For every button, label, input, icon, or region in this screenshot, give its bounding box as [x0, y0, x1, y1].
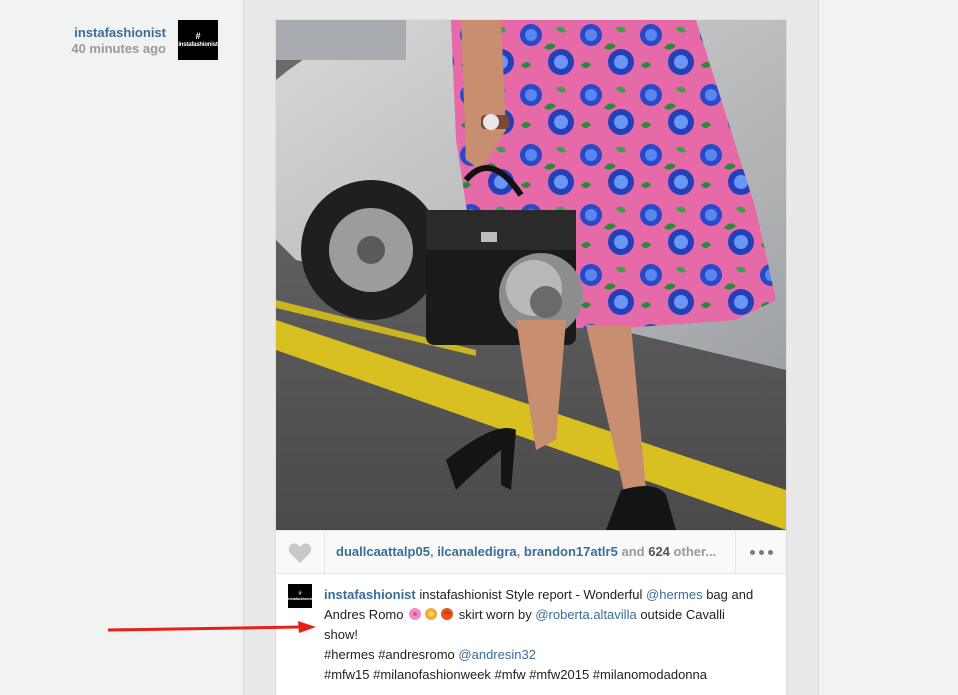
- liker-separator: ,: [429, 544, 434, 559]
- likers-and: and: [621, 544, 645, 559]
- caption-line2-end: outside Cavalli: [640, 607, 725, 622]
- more-options-icon: [748, 549, 775, 555]
- like-button[interactable]: [276, 531, 325, 573]
- liker-separator: ,: [516, 544, 521, 559]
- rose-icon: [441, 608, 454, 620]
- mention-hermes[interactable]: @hermes: [646, 587, 703, 602]
- caption-avatar[interactable]: # instafashionist: [288, 584, 312, 608]
- caption-line2-start: Andres Romo: [324, 607, 404, 622]
- author-name-link[interactable]: instafashionist: [40, 25, 166, 41]
- caption-line1: instafashionist Style report - Wonderful: [419, 587, 643, 602]
- likes-bar: duallcaattalp05, ilcanaledigra, brandon1…: [276, 530, 786, 574]
- red-arrow-annotation: [107, 621, 316, 633]
- avatar-text: instafashionist: [178, 41, 218, 48]
- mention-roberta[interactable]: @roberta.altavilla: [535, 607, 636, 622]
- right-gutter: [819, 0, 958, 695]
- caption-tags-2: #mfw15 #milanofashionweek #mfw #mfw2015 …: [324, 667, 707, 682]
- caption-text: instafashionist instafashionist Style re…: [324, 585, 779, 685]
- photo-image: [276, 20, 786, 530]
- caption-line2-mid: skirt worn by: [458, 607, 532, 622]
- liker-link[interactable]: ilcanaledigra: [437, 544, 516, 559]
- likers-others[interactable]: other...: [674, 544, 717, 559]
- liker-link[interactable]: brandon17atlr5: [524, 544, 618, 559]
- post-card: duallcaattalp05, ilcanaledigra, brandon1…: [276, 20, 786, 695]
- mention-andresin[interactable]: @andresin32: [458, 647, 536, 662]
- author-avatar[interactable]: # instafashionist: [178, 20, 218, 60]
- caption-tags-1: #hermes #andresromo: [324, 647, 455, 662]
- more-options-button[interactable]: [735, 531, 786, 573]
- cherry-blossom-icon: [409, 608, 422, 620]
- avatar-hash: #: [195, 30, 201, 41]
- likes-count: 624: [648, 544, 670, 559]
- post-author-meta: instafashionist 40 minutes ago: [40, 25, 166, 57]
- blossom-icon: [425, 608, 438, 620]
- caption-line3: show!: [324, 627, 358, 642]
- caption-user-link[interactable]: instafashionist: [324, 587, 416, 602]
- likers-list: duallcaattalp05, ilcanaledigra, brandon1…: [336, 544, 726, 559]
- heart-icon: [288, 542, 312, 563]
- post-timestamp: 40 minutes ago: [71, 41, 166, 56]
- caption-line1-end: bag and: [706, 587, 754, 602]
- caption-avatar-text: instafashionist: [287, 596, 313, 601]
- post-photo[interactable]: [276, 20, 786, 530]
- left-gutter: [0, 0, 243, 695]
- liker-link[interactable]: duallcaattalp05: [336, 544, 430, 559]
